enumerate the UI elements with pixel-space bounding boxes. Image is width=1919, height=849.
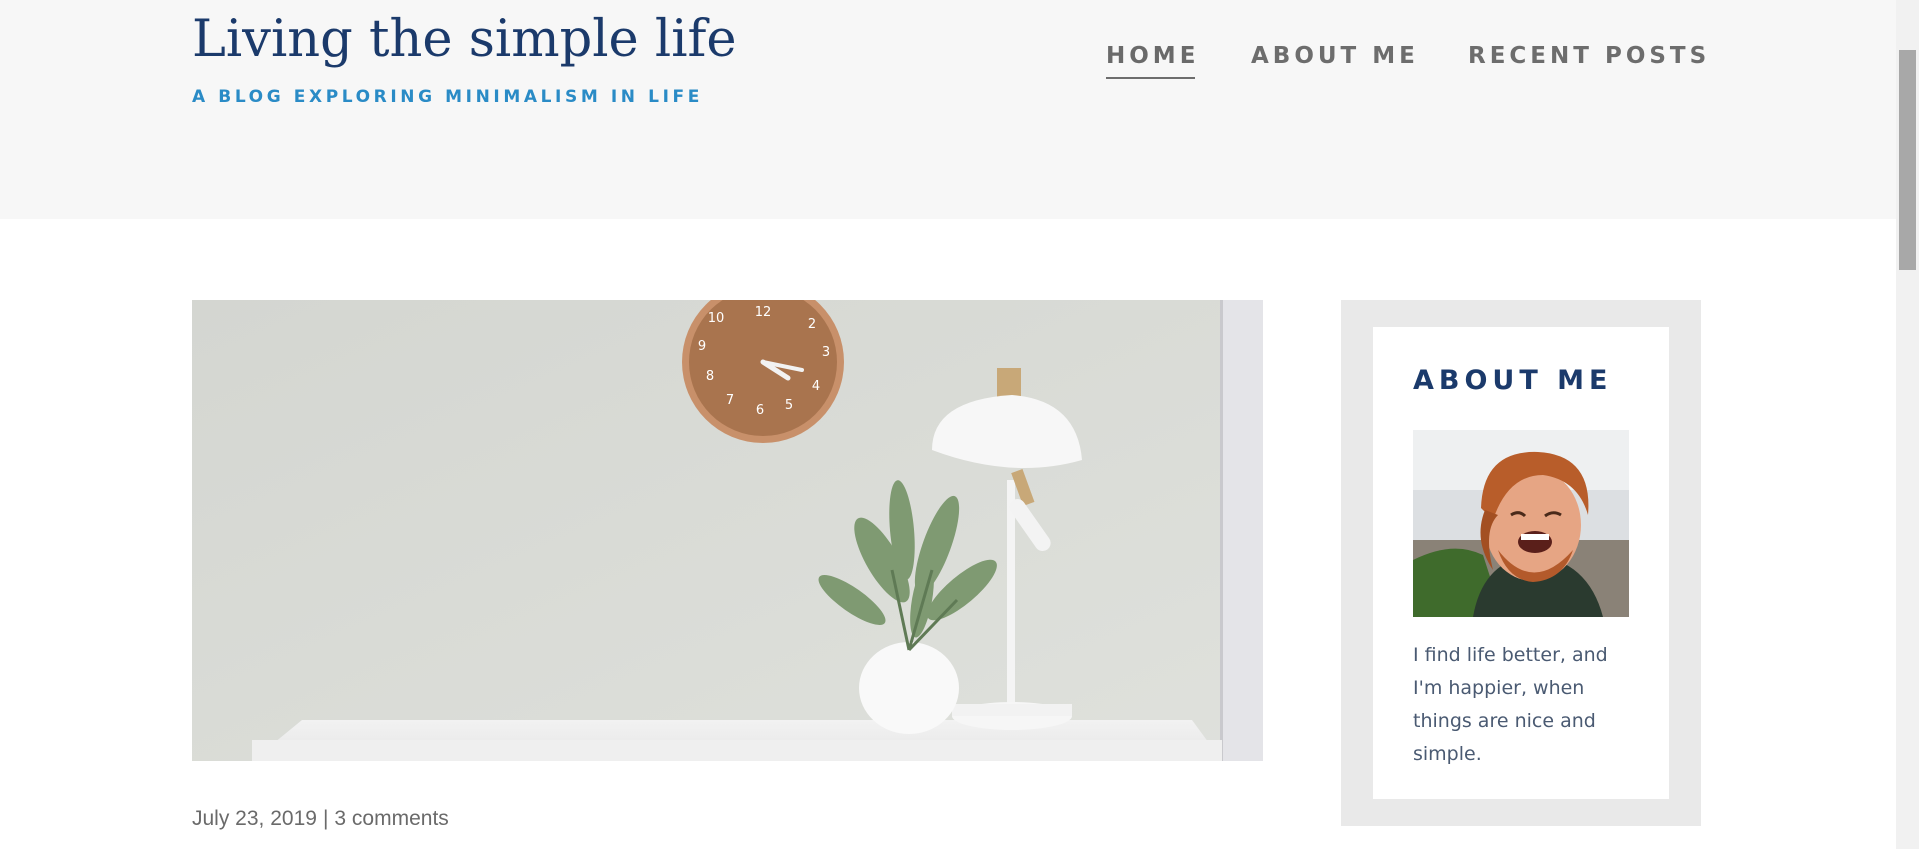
svg-text:7: 7: [726, 393, 734, 408]
post-meta: July 23, 2019 | 3 comments: [192, 807, 449, 831]
site-title[interactable]: Living the simple life: [192, 10, 737, 69]
svg-text:3: 3: [822, 345, 830, 360]
nav-item-about-me[interactable]: ABOUT ME: [1251, 43, 1419, 69]
svg-text:2: 2: [808, 317, 816, 332]
svg-text:5: 5: [785, 398, 793, 413]
site-header: Living the simple life A BLOG EXPLORING …: [0, 0, 1896, 219]
svg-text:9: 9: [698, 339, 706, 354]
post-date: July 23, 2019: [192, 807, 317, 830]
meta-separator: |: [322, 807, 329, 830]
svg-text:6: 6: [756, 403, 764, 418]
nav-item-recent-posts[interactable]: RECENT POSTS: [1468, 43, 1710, 69]
svg-text:12: 12: [755, 305, 772, 320]
svg-text:8: 8: [706, 369, 714, 384]
svg-text:10: 10: [708, 311, 725, 326]
scrollbar-thumb[interactable]: [1899, 50, 1916, 270]
nav-item-home[interactable]: HOME: [1106, 43, 1199, 79]
bio-text: I find life better, and I'm happier, whe…: [1413, 644, 1608, 765]
widget-title: ABOUT ME: [1413, 365, 1613, 396]
scrollbar[interactable]: [1896, 0, 1919, 849]
site-tagline: A BLOG EXPLORING MINIMALISM IN LIFE: [192, 87, 703, 107]
about-me-widget: ABOUT ME I find life better, and I'm hap…: [1373, 327, 1669, 799]
comments-link[interactable]: 3 comments: [334, 807, 448, 830]
avatar: [1413, 430, 1629, 617]
svg-text:4: 4: [812, 379, 820, 394]
featured-image[interactable]: 12 2 3 4 5 6 7 8 9 10: [192, 300, 1263, 761]
